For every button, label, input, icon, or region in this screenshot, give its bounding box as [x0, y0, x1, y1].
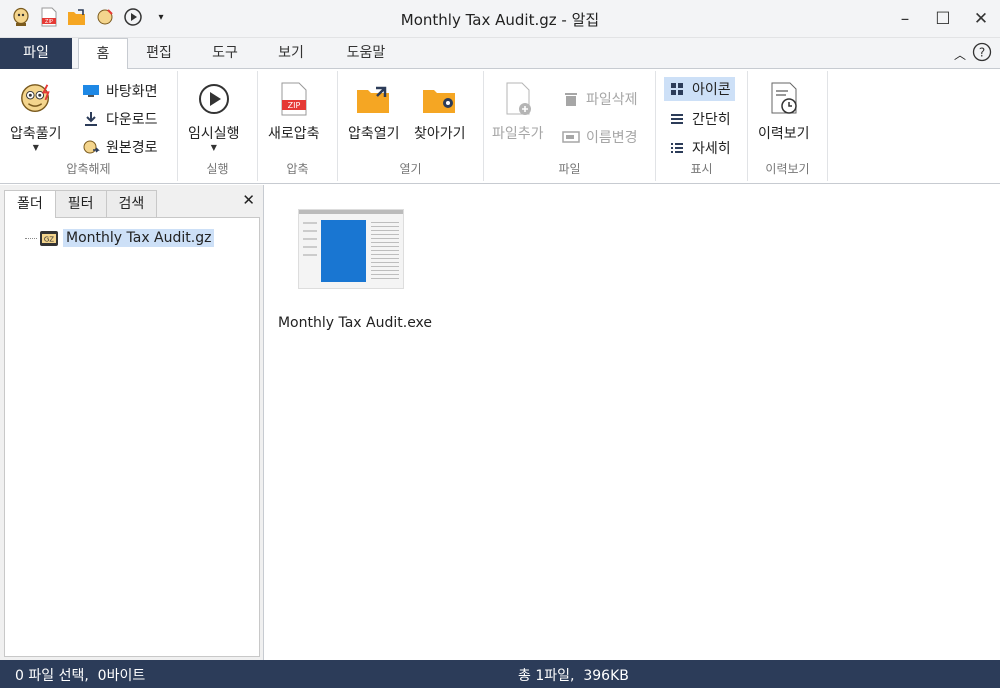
status-selection: 0 파일 선택, 0바이트 [15, 668, 146, 684]
group-run: 임시실행 ▼ 실행 [178, 71, 258, 181]
view-details-label: 자세히 [692, 141, 731, 157]
extract-original-label: 원본경로 [106, 140, 158, 156]
zip-file-icon: ZIP [276, 81, 312, 117]
ribbon: 압축풀기 ▼ 바탕화면 다운로드 원본경로 압축해제 임시실행 ▼ 실행 ZIP… [0, 69, 1000, 184]
history-icon [766, 81, 802, 117]
tab-home[interactable]: 홈 [78, 38, 128, 70]
new-compress-label: 새로압축 [268, 126, 320, 142]
open-archive-button[interactable]: 압축열기 [348, 81, 400, 143]
view-details-button[interactable]: 자세히 [668, 136, 731, 160]
group-extract: 압축풀기 ▼ 바탕화면 다운로드 원본경로 압축해제 [0, 71, 178, 181]
group-view-label: 표시 [690, 162, 713, 176]
original-path-icon [82, 138, 100, 156]
open-archive-label: 압축열기 [348, 126, 400, 142]
add-file-label: 파일추가 [492, 126, 544, 142]
tree-connector [25, 237, 37, 239]
left-pane-tabs: 폴더 필터 검색 [4, 190, 158, 218]
add-file-icon [500, 81, 536, 117]
close-icon[interactable]: ✕ [962, 0, 1000, 38]
temp-run-label: 임시실행 [188, 126, 240, 142]
gz-icon-text: GZ [44, 236, 54, 244]
view-list-button[interactable]: 간단히 [668, 107, 731, 131]
dropdown-arrow-icon: ▼ [210, 143, 217, 152]
view-icons-button[interactable]: 아이콘 [664, 77, 735, 101]
maximize-icon[interactable]: ☐ [924, 0, 962, 38]
window-controls: – ☐ ✕ [886, 0, 1000, 38]
list-icon [668, 110, 686, 128]
tab-search[interactable]: 검색 [105, 190, 158, 217]
exe-thumbnail-icon [298, 209, 404, 289]
collapse-ribbon-icon[interactable]: ︿ [954, 46, 966, 63]
new-compress-button[interactable]: ZIP 새로압축 [268, 81, 320, 143]
extract-download-label: 다운로드 [106, 112, 158, 128]
status-total: 총 1파일, 396KB [518, 668, 629, 684]
group-history-label: 이력보기 [765, 162, 810, 176]
rename-button[interactable]: 이름변경 [562, 125, 638, 149]
locate-button[interactable]: 찾아가기 [414, 81, 466, 143]
group-compress: ZIP 새로압축 압축 [258, 71, 338, 181]
ribbon-tabs: 파일 홈 편집 도구 보기 도움말 ︿ ? [0, 38, 1000, 70]
delete-file-label: 파일삭제 [586, 92, 638, 108]
folder-tree: GZ Monthly Tax Audit.gz [4, 217, 260, 657]
status-bar: 0 파일 선택, 0바이트 총 1파일, 396KB [0, 660, 1000, 688]
tab-help[interactable]: 도움말 [336, 38, 396, 69]
group-file-label: 파일 [558, 162, 581, 176]
tab-view[interactable]: 보기 [266, 38, 316, 69]
open-folder-icon [356, 81, 392, 117]
ribbon-right-controls: ︿ ? [954, 42, 992, 66]
group-file: 파일추가 파일삭제 이름변경 파일 [484, 71, 656, 181]
tab-file[interactable]: 파일 [0, 38, 72, 69]
tab-folder[interactable]: 폴더 [4, 190, 56, 218]
extract-download-button[interactable]: 다운로드 [82, 107, 158, 131]
group-history: 이력보기 이력보기 [748, 71, 828, 181]
group-open: 압축열기 찾아가기 열기 [338, 71, 484, 181]
tab-edit[interactable]: 편집 [134, 38, 184, 69]
left-pane: 폴더 필터 검색 ✕ GZ Monthly Tax Audit.gz [0, 185, 264, 660]
file-list: Monthly Tax Audit.exe [265, 185, 1000, 660]
group-open-label: 열기 [399, 162, 422, 176]
grid-icon [668, 80, 686, 98]
group-extract-label: 압축해제 [66, 162, 111, 176]
details-icon [668, 139, 686, 157]
trash-icon [562, 90, 580, 108]
temp-run-button[interactable]: 임시실행 ▼ [188, 81, 240, 152]
group-compress-label: 압축 [286, 162, 309, 176]
locate-label: 찾아가기 [414, 126, 466, 142]
file-name: Monthly Tax Audit.exe [277, 315, 433, 331]
window-title: Monthly Tax Audit.gz - 알집 [400, 11, 600, 29]
minimize-icon[interactable]: – [886, 0, 924, 38]
download-icon [82, 110, 100, 128]
rename-icon [562, 128, 580, 146]
extract-mascot-icon [18, 81, 54, 117]
view-icons-label: 아이콘 [692, 82, 731, 98]
tab-tools[interactable]: 도구 [200, 38, 250, 69]
rename-label: 이름변경 [586, 130, 638, 146]
delete-file-button[interactable]: 파일삭제 [562, 87, 638, 111]
file-item[interactable]: Monthly Tax Audit.exe [275, 209, 435, 331]
history-label: 이력보기 [758, 126, 810, 142]
history-button[interactable]: 이력보기 [758, 81, 810, 143]
desktop-icon [82, 82, 100, 100]
tab-filter[interactable]: 필터 [54, 190, 107, 217]
dropdown-arrow-icon: ▼ [32, 143, 39, 152]
group-run-label: 실행 [206, 162, 229, 176]
view-list-label: 간단히 [692, 112, 731, 128]
svg-text:ZIP: ZIP [287, 101, 300, 110]
gz-archive-icon: GZ [39, 228, 59, 248]
extract-desktop-label: 바탕화면 [106, 84, 158, 100]
group-view: 아이콘 간단히 자세히 표시 [656, 71, 748, 181]
help-icon[interactable]: ? [972, 42, 992, 66]
extract-original-button[interactable]: 원본경로 [82, 135, 158, 159]
tree-item-label: Monthly Tax Audit.gz [63, 229, 215, 247]
close-pane-icon[interactable]: ✕ [242, 191, 255, 209]
tree-item[interactable]: GZ Monthly Tax Audit.gz [25, 228, 215, 248]
add-file-button[interactable]: 파일추가 [492, 81, 544, 143]
svg-text:?: ? [979, 46, 985, 60]
locate-folder-icon [422, 81, 458, 117]
extract-desktop-button[interactable]: 바탕화면 [82, 79, 158, 103]
title-bar: ZIP ▾ Monthly Tax Audit.gz - 알집 – ☐ ✕ [0, 0, 1000, 38]
extract-label: 압축풀기 [10, 126, 62, 142]
extract-button[interactable]: 압축풀기 ▼ [10, 81, 62, 152]
play-circle-icon [196, 81, 232, 117]
